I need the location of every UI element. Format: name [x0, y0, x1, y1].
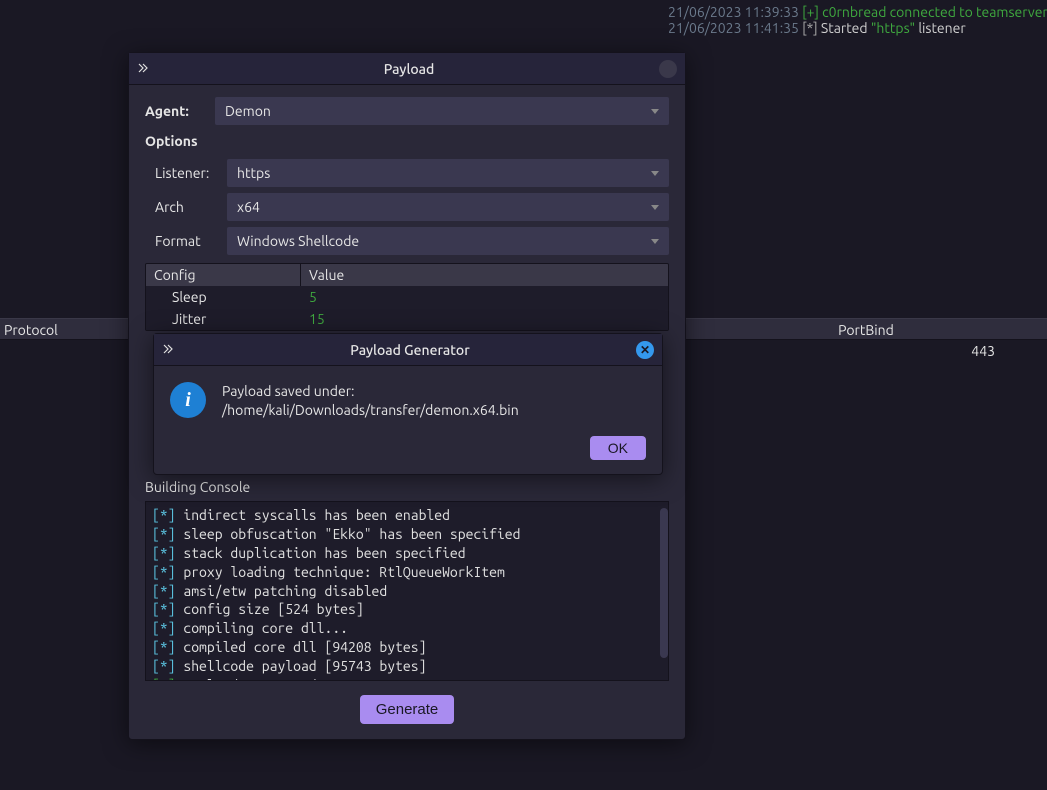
- close-icon[interactable]: ✕: [636, 341, 654, 359]
- console-line: [*] amsi/etw patching disabled: [152, 582, 662, 601]
- config-value: 15: [301, 308, 668, 330]
- msg-dialog-titlebar[interactable]: Payload Generator ✕: [154, 334, 662, 366]
- payload-dialog-title: Payload: [159, 61, 659, 77]
- agent-label: Agent:: [145, 103, 215, 119]
- config-name: Sleep: [146, 286, 301, 308]
- msg-text: Payload saved under: /home/kali/Download…: [222, 382, 646, 420]
- generate-button[interactable]: Generate: [360, 695, 455, 724]
- msg-dialog-title: Payload Generator: [184, 342, 636, 358]
- value-column-header[interactable]: Value: [301, 264, 668, 286]
- building-console-heading: Building Console: [145, 479, 669, 495]
- console-line: [*] compiled core dll [94208 bytes]: [152, 638, 662, 657]
- console-line: [*] stack duplication has been specified: [152, 544, 662, 563]
- console-line: [*] proxy loading technique: RtlQueueWor…: [152, 563, 662, 582]
- config-row[interactable]: Jitter15: [146, 308, 668, 330]
- config-column-header[interactable]: Config: [146, 264, 301, 286]
- console-line: [*] indirect syscalls has been enabled: [152, 506, 662, 525]
- scrollbar[interactable]: [660, 502, 668, 680]
- chevron-down-icon: [651, 171, 659, 176]
- config-value: 5: [301, 286, 668, 308]
- log-line: 21/06/2023 11:41:35 [*] Started "https" …: [668, 20, 1039, 36]
- app-icon: [137, 62, 151, 76]
- event-log: 21/06/2023 11:39:33 [+] c0rnbread connec…: [660, 0, 1047, 40]
- listener-label: Listener:: [155, 165, 227, 181]
- agent-select[interactable]: Demon: [215, 97, 669, 125]
- app-icon: [162, 343, 176, 357]
- column-header-portbind[interactable]: PortBind: [685, 319, 1047, 339]
- format-select[interactable]: Windows Shellcode: [227, 227, 669, 255]
- log-line: 21/06/2023 11:39:33 [+] c0rnbread connec…: [668, 4, 1039, 20]
- console-line: [*] shellcode payload [95743 bytes]: [152, 657, 662, 676]
- listener-select[interactable]: https: [227, 159, 669, 187]
- config-table: Config Value Sleep5Jitter15: [145, 263, 669, 331]
- console-line: [*] config size [524 bytes]: [152, 600, 662, 619]
- console-line: [*] sleep obfuscation "Ekko" has been sp…: [152, 525, 662, 544]
- chevron-down-icon: [651, 239, 659, 244]
- chevron-down-icon: [651, 205, 659, 210]
- payload-generator-dialog: Payload Generator ✕ i Payload saved unde…: [153, 333, 663, 475]
- payload-dialog-titlebar[interactable]: Payload: [129, 53, 685, 85]
- console-line: [+] payload generated: [152, 676, 662, 681]
- close-icon[interactable]: [659, 60, 677, 78]
- scrollbar-thumb[interactable]: [660, 508, 668, 658]
- building-console[interactable]: [*] indirect syscalls has been enabled[*…: [145, 501, 669, 681]
- ok-button[interactable]: OK: [590, 436, 646, 460]
- console-line: [*] compiling core dll...: [152, 619, 662, 638]
- config-name: Jitter: [146, 308, 301, 330]
- config-row[interactable]: Sleep5: [146, 286, 668, 308]
- arch-label: Arch: [155, 199, 227, 215]
- chevron-down-icon: [651, 109, 659, 114]
- info-icon: i: [170, 382, 206, 418]
- format-label: Format: [155, 233, 227, 249]
- options-heading: Options: [145, 133, 669, 149]
- arch-select[interactable]: x64: [227, 193, 669, 221]
- portbind-value: 443: [971, 340, 1047, 362]
